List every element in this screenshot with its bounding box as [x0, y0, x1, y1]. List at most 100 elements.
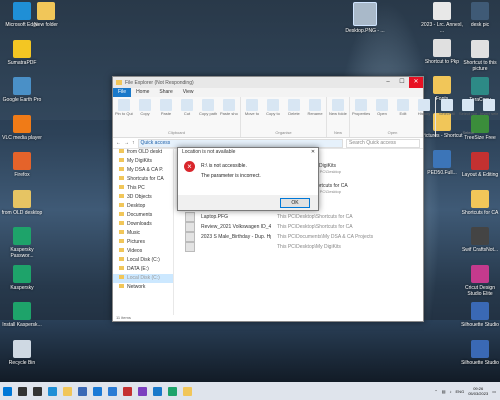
desktop-icon[interactable]: Recycle Bin [0, 339, 44, 366]
recent-file-row[interactable]: 2023 S Male_Birthday - Dup. Hpo Rain_Rai… [175, 232, 421, 242]
nav-item[interactable]: Videos [113, 247, 173, 256]
dialog-titlebar[interactable]: Location is not available ✕ [178, 148, 318, 157]
nav-item[interactable]: Network [113, 283, 173, 292]
ribbon-item[interactable]: Copy to [264, 99, 282, 116]
volume-icon[interactable]: ♪ [450, 389, 452, 394]
desktop-icon[interactable]: desk pic [458, 2, 500, 28]
ribbon-item[interactable]: Rename [306, 99, 324, 116]
ribbon-item[interactable]: Move to [243, 99, 261, 116]
taskbar-photos-icon[interactable] [105, 382, 120, 400]
taskbar-app-red-icon[interactable] [120, 382, 135, 400]
nav-item-label: Music [127, 230, 141, 236]
nav-item[interactable]: from OLD deskt [113, 148, 173, 157]
close-button[interactable]: ✕ [409, 77, 423, 88]
error-dialog[interactable]: Location is not available ✕ × R:\ is not… [177, 147, 319, 211]
desktop-icon[interactable]: VLC media player [0, 114, 44, 141]
ribbon-item[interactable]: Paste shortcut [220, 99, 238, 116]
back-icon[interactable]: ← [116, 140, 121, 146]
taskbar-search-icon[interactable] [15, 382, 30, 400]
ribbon-item[interactable]: Delete [285, 99, 303, 116]
desktop-icon[interactable]: Cricut Design Studio Elite [458, 264, 500, 297]
up-icon[interactable]: ↑ [132, 140, 135, 146]
search-input[interactable]: Search Quick access [346, 138, 420, 148]
nav-item[interactable]: Local Disk (C:) [113, 274, 173, 283]
desktop-icon[interactable]: SumatraPDF [0, 39, 44, 66]
desktop-icon[interactable]: Google Earth Pro [0, 77, 44, 103]
window-titlebar[interactable]: File Explorer (Not Responding) – ☐ ✕ [113, 77, 423, 88]
desktop-icon-top[interactable]: Desktop.PNG - ... [343, 2, 387, 34]
ribbon-item[interactable]: Copy path [199, 99, 217, 116]
chevron-up-icon[interactable]: ⌃ [434, 389, 437, 394]
ribbon-item[interactable]: Properties [352, 99, 370, 116]
desktop-icon[interactable]: Kaspersky [0, 264, 44, 291]
desktop-icon[interactable]: Silhouette Studio [458, 339, 500, 366]
nav-item[interactable]: Pictures [113, 238, 173, 247]
nav-item[interactable]: Music [113, 229, 173, 238]
taskbar-app-purple-icon[interactable] [135, 382, 150, 400]
nav-item[interactable]: This PC [113, 184, 173, 193]
nav-item[interactable]: 3D Objects [113, 193, 173, 202]
nav-item[interactable]: My DSA & CA P. [113, 166, 173, 175]
desktop-icon[interactable]: Install Kaspersk... [0, 302, 44, 328]
ribbon-item[interactable]: New folder [329, 99, 347, 116]
clock[interactable]: 09:26 05/03/2023 [468, 386, 488, 396]
taskbar-windows-start-icon[interactable] [0, 382, 15, 400]
forward-icon[interactable]: → [124, 140, 129, 146]
ribbon-item[interactable]: Select all [438, 99, 456, 116]
desktop-icon[interactable]: Shortcut to this picture [458, 39, 500, 72]
ribbon-tab[interactable]: Home [131, 88, 154, 97]
desktop-icon[interactable]: Kaspersky Passwor... [0, 227, 44, 259]
desktop-icon[interactable]: Firefox [0, 152, 44, 178]
recent-file-row[interactable]: Laptop.PFG This PC\Desktop\Shortcuts for … [175, 212, 421, 222]
ribbon-tab[interactable]: View [178, 88, 199, 97]
taskbar-file-explorer-icon[interactable] [60, 382, 75, 400]
nav-item-label: 3D Objects [127, 194, 152, 200]
desktop-icon[interactable]: New folder [24, 2, 68, 28]
taskbar-task-view-icon[interactable] [30, 382, 45, 400]
nav-item[interactable]: My DigiKits [113, 157, 173, 166]
recent-file-row[interactable]: This PC\Desktop\My DigiKits [175, 242, 421, 252]
nav-item-label: Local Disk (C:) [127, 257, 160, 263]
nav-item[interactable]: Local Disk (C:) [113, 256, 173, 265]
ribbon-tab[interactable]: Share [154, 88, 177, 97]
ribbon-item[interactable]: Cut [178, 99, 196, 116]
taskbar-app-yellow-icon[interactable] [180, 382, 195, 400]
nav-item-label: My DigiKits [127, 158, 153, 164]
ribbon-item[interactable]: Copy [136, 99, 154, 116]
ribbon-item[interactable]: Invert selection [480, 99, 498, 116]
taskbar-app-teal-icon[interactable] [165, 382, 180, 400]
nav-item[interactable]: Documents [113, 211, 173, 220]
nav-item[interactable]: Desktop [113, 202, 173, 211]
desktop-icon[interactable]: Shortcuts for CA [458, 189, 500, 216]
taskbar-edge-icon[interactable] [45, 382, 60, 400]
ribbon-tab[interactable]: File [113, 88, 132, 97]
nav-item-label: Network [127, 284, 146, 290]
ok-button[interactable]: OK [280, 198, 310, 208]
ribbon-item[interactable]: Edit [394, 99, 412, 116]
desktop-icon[interactable]: from OLD desktop [0, 189, 44, 216]
desktop-icon[interactable]: Layout & Editing [458, 152, 500, 178]
taskbar-store-icon[interactable] [75, 382, 90, 400]
nav-item[interactable]: DATA (E:) [113, 265, 173, 274]
ribbon-item[interactable]: History [415, 99, 433, 116]
ribbon-item[interactable]: Pin to Quick access [115, 99, 133, 116]
notifications-icon[interactable]: ▭ [492, 389, 496, 394]
dialog-footer: OK [178, 195, 318, 210]
network-icon[interactable]: ▤ [442, 389, 446, 394]
nav-item[interactable]: Downloads [113, 220, 173, 229]
ribbon-item[interactable]: Select none [459, 99, 477, 116]
minimize-button[interactable]: – [381, 77, 395, 88]
ribbon-item-label: Properties [352, 111, 370, 116]
taskbar-mail-icon[interactable] [90, 382, 105, 400]
recent-file-row[interactable]: Review_2021 Volkswagen ID_4 is a good ma… [175, 222, 421, 232]
taskbar-app-blue-icon[interactable] [150, 382, 165, 400]
ribbon-item[interactable]: Paste [157, 99, 175, 116]
language-indicator[interactable]: ENG [456, 389, 465, 394]
ribbon-item-label: Select all [438, 111, 456, 116]
dialog-close-button[interactable]: ✕ [308, 148, 318, 157]
ribbon-item[interactable]: Open [373, 99, 391, 116]
desktop-icon[interactable]: Swif CraftsNot... [458, 227, 500, 253]
desktop-icon[interactable]: Silhouette Studio [458, 302, 500, 328]
maximize-button[interactable]: ☐ [395, 77, 409, 88]
nav-item[interactable]: Shortcuts for CA [113, 175, 173, 184]
